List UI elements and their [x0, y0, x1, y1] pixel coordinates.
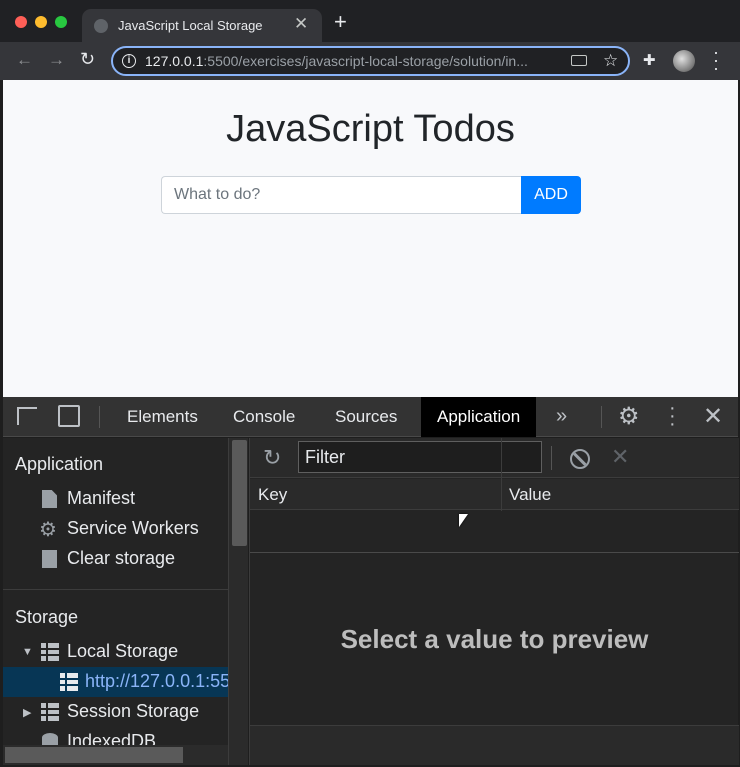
sidebar-item-clear-storage[interactable]: Clear storage	[3, 544, 228, 574]
table-icon	[41, 703, 59, 721]
divider	[601, 406, 602, 428]
settings-gear-icon[interactable]: ⚙	[618, 402, 640, 431]
trash-icon	[42, 550, 57, 568]
scrollbar-thumb[interactable]	[5, 747, 183, 763]
sidebar-item-local-storage[interactable]: ▼ Local Storage	[3, 637, 228, 667]
back-icon[interactable]: ←	[16, 50, 33, 70]
extensions-icon[interactable]: ✚	[643, 51, 656, 69]
storage-toolbar: ↻ ✕	[250, 438, 739, 478]
tab-console[interactable]: Console	[217, 397, 311, 437]
sidebar-heading-storage: Storage	[15, 607, 79, 627]
tab-title: JavaScript Local Storage	[118, 18, 263, 33]
divider	[551, 446, 552, 470]
sidebar-item-session-storage[interactable]: ▶ Session Storage	[3, 697, 228, 727]
refresh-icon[interactable]: ↻	[263, 445, 281, 471]
column-header-key[interactable]: Key	[258, 485, 287, 505]
sidebar-item-label: Manifest	[67, 488, 136, 508]
new-tab-button[interactable]: +	[334, 11, 347, 33]
table-icon	[41, 643, 59, 661]
sidebar-item-label: Clear storage	[67, 548, 176, 568]
column-header-value[interactable]: Value	[509, 485, 551, 505]
browser-toolbar: ← → ↻ i 127.0.0.1:5500/exercises/javascr…	[0, 42, 740, 80]
sidebar-item-label: Local Storage	[67, 641, 179, 661]
more-tabs-icon[interactable]: »	[556, 405, 567, 428]
tab-application[interactable]: Application	[421, 397, 537, 437]
sidebar-horizontal-scrollbar[interactable]	[3, 745, 228, 765]
column-divider[interactable]	[501, 438, 502, 511]
sidebar-heading-application: Application	[15, 454, 104, 474]
application-sidebar: Application Manifest ⚙ Service Workers C…	[3, 438, 228, 745]
menu-icon[interactable]: · · ·	[713, 43, 719, 77]
close-window-button[interactable]	[15, 16, 27, 28]
file-icon	[42, 490, 57, 508]
info-icon[interactable]: i	[122, 54, 136, 68]
tab-sources[interactable]: Sources	[319, 397, 413, 437]
tab-elements[interactable]: Elements	[111, 397, 214, 437]
browser-tab[interactable]: JavaScript Local Storage ✕	[82, 9, 322, 42]
sidebar-item-manifest[interactable]: Manifest	[3, 484, 228, 514]
storage-panel: ↻ ✕ Key Value Select a value to preview	[249, 438, 739, 765]
preview-placeholder: Select a value to preview	[340, 624, 649, 654]
mouse-cursor	[459, 514, 468, 527]
url-text: 127.0.0.1:5500/exercises/javascript-loca…	[145, 53, 528, 69]
inspect-element-icon[interactable]	[17, 407, 37, 425]
devtools-menu-icon[interactable]: · · ·	[669, 398, 676, 434]
filter-input[interactable]	[298, 441, 542, 473]
forward-icon[interactable]: →	[48, 50, 65, 70]
page-title: JavaScript Todos	[226, 108, 515, 150]
page-viewport: JavaScript Todos ADD	[3, 80, 738, 397]
clear-all-icon[interactable]	[570, 449, 590, 469]
table-icon	[60, 673, 78, 691]
sidebar-item-label: Session Storage	[67, 701, 200, 721]
gear-icon: ⚙	[39, 519, 57, 541]
sidebar-item-indexeddb[interactable]: IndexedDB	[3, 727, 228, 745]
browser-titlebar: JavaScript Local Storage ✕ +	[0, 0, 740, 42]
cast-icon[interactable]	[571, 55, 587, 66]
scrollbar-thumb[interactable]	[232, 440, 247, 546]
divider	[3, 589, 228, 590]
reload-icon[interactable]: ↻	[80, 49, 95, 70]
address-bar[interactable]: i 127.0.0.1:5500/exercises/javascript-lo…	[111, 46, 630, 76]
sidebar-vertical-scrollbar[interactable]	[228, 438, 248, 745]
database-icon	[42, 733, 58, 745]
minimize-window-button[interactable]	[35, 16, 47, 28]
collapsed-triangle-icon[interactable]: ▶	[23, 706, 31, 719]
preview-footer	[250, 725, 739, 765]
star-icon[interactable]: ☆	[603, 51, 618, 71]
sidebar-item-label: Service Workers	[67, 518, 199, 538]
todo-input[interactable]	[161, 176, 522, 214]
divider	[99, 406, 100, 428]
delete-selected-icon[interactable]: ✕	[611, 444, 629, 470]
globe-icon	[94, 19, 108, 33]
expanded-triangle-icon[interactable]: ▼	[22, 646, 33, 658]
scrollbar-corner	[228, 745, 248, 765]
sidebar-item-label: IndexedDB	[67, 731, 157, 745]
table-header: Key Value	[250, 479, 739, 510]
avatar[interactable]	[673, 50, 695, 72]
sidebar-item-local-origin[interactable]: http://127.0.0.1:55	[3, 667, 228, 697]
tab-close-icon[interactable]: ✕	[294, 14, 308, 34]
devtools-tabbar: Elements Console Sources Application » ⚙…	[3, 397, 738, 437]
sidebar-item-service-workers[interactable]: ⚙ Service Workers	[3, 514, 228, 544]
maximize-window-button[interactable]	[55, 16, 67, 28]
add-button[interactable]: ADD	[521, 176, 581, 214]
device-toolbar-icon[interactable]	[58, 405, 80, 427]
close-devtools-icon[interactable]: ✕	[703, 402, 723, 431]
sidebar-item-label: http://127.0.0.1:55	[85, 671, 228, 691]
table-row[interactable]	[250, 510, 739, 553]
